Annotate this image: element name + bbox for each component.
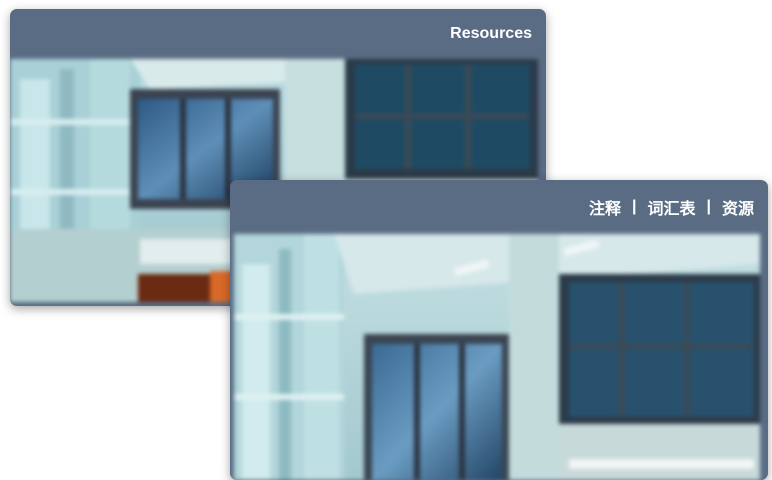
glossary-link[interactable]: 词汇表	[647, 195, 695, 219]
panel-header: Resources	[10, 9, 546, 59]
resources-link[interactable]: 资源	[722, 195, 754, 219]
nav-separator: |	[706, 198, 711, 215]
notes-link[interactable]: 注释	[589, 195, 621, 219]
resources-panel-front: 注释 | 词汇表 | 资源	[230, 180, 768, 480]
resources-link[interactable]: Resources	[450, 25, 532, 43]
panel-header-nav: 注释 | 词汇表 | 资源	[230, 180, 768, 234]
nav-separator: |	[632, 198, 637, 215]
building-interior-image	[234, 234, 760, 480]
